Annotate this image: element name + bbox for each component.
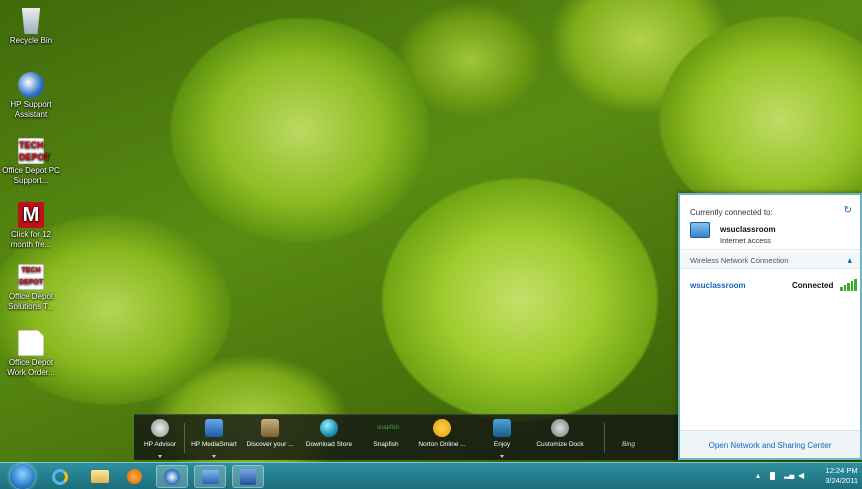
download-store-icon: [320, 419, 338, 437]
internet-explorer-icon: [52, 468, 68, 485]
network-name: wsuclassroom: [690, 281, 746, 290]
taskbar-media-player[interactable]: [118, 465, 150, 488]
desktop-icon-recycle-bin[interactable]: Recycle Bin: [2, 8, 60, 46]
desktop-icon-label: Office Depot Solutions T...: [8, 292, 54, 311]
taskbar-internet-explorer[interactable]: [44, 465, 76, 488]
network-list-item[interactable]: wsuclassroom Connected: [680, 275, 860, 295]
network-icon: [690, 222, 710, 238]
hp-icon: [164, 468, 180, 485]
start-orb-icon[interactable]: [10, 464, 35, 489]
chevron-down-icon[interactable]: [500, 455, 504, 458]
desktop-icon-mcafee[interactable]: M Click for 12 month fre...: [2, 202, 60, 250]
dock-item-customize-dock[interactable]: Customize Dock: [532, 419, 588, 448]
network-flyout: Currently connected to: ↻ wsuclassroom I…: [678, 193, 862, 460]
desktop-icon-office-depot-solutions[interactable]: TECH DEPOT Office Depot Solutions T...: [2, 264, 60, 312]
document-icon: [18, 330, 44, 356]
desktop-icon-office-depot-pc-support[interactable]: TECH DEPOT Office Depot PC Support...: [2, 138, 60, 186]
recycle-bin-icon: [21, 8, 41, 34]
folder-icon: [91, 470, 109, 483]
chevron-down-icon[interactable]: [158, 455, 162, 458]
wifi-signal-icon: [840, 279, 857, 291]
bing-search-label[interactable]: Bing: [622, 441, 635, 448]
chevron-down-icon[interactable]: [212, 455, 216, 458]
clock-date: 3/24/2011: [825, 476, 858, 485]
word-icon: [240, 468, 256, 485]
refresh-icon[interactable]: ↻: [844, 205, 852, 216]
desktop-icon-work-order[interactable]: Office Depot Work Order...: [2, 330, 60, 378]
dock-item-norton[interactable]: Norton Online ...: [416, 419, 468, 448]
connected-network-name: wsuclassroom: [720, 225, 776, 234]
office-depot-tech-icon: TECH DEPOT: [18, 138, 51, 164]
taskbar: ▴ ▂▄ ◀ 12:24 PM 3/24/2011: [0, 462, 862, 489]
wifi-icon[interactable]: ▂▄: [784, 472, 794, 480]
dock-item-hp-advisor[interactable]: HP Advisor: [140, 419, 180, 448]
dock-separator: [184, 423, 185, 453]
norton-icon: [433, 419, 451, 437]
battery-icon[interactable]: [770, 472, 775, 480]
volume-icon[interactable]: ◀: [798, 472, 806, 480]
office-depot-solutions-icon: TECH DEPOT: [18, 264, 44, 290]
desktop-icon-label: HP Support Assistant: [10, 100, 52, 119]
dock-item-snapfish[interactable]: snapfish Snapfish: [366, 419, 406, 448]
hp-dock: HP Advisor HP MediaSmart Discover your .…: [134, 414, 678, 460]
dock-item-enjoy[interactable]: Enjoy: [482, 419, 522, 448]
flyout-header: Currently connected to: ↻ wsuclassroom I…: [680, 195, 860, 250]
discover-icon: [261, 419, 279, 437]
gear-icon: [551, 419, 569, 437]
mcafee-icon: M: [18, 202, 44, 228]
taskbar-hp-advisor[interactable]: [156, 465, 188, 488]
snapfish-icon: snapfish: [377, 425, 400, 431]
chevron-up-icon[interactable]: ▴: [847, 255, 852, 266]
hp-support-icon: [18, 72, 44, 98]
dock-item-hp-mediasmart[interactable]: HP MediaSmart: [188, 419, 240, 448]
connection-status: Connected: [792, 281, 834, 290]
hp-icon: [151, 419, 169, 437]
desktop-icon-label: Office Depot Work Order...: [7, 358, 55, 377]
open-network-center-link[interactable]: Open Network and Sharing Center: [680, 441, 860, 450]
dock-item-download-store[interactable]: Download Store: [304, 419, 354, 448]
mediasmart-icon: [201, 469, 219, 484]
desktop-icon-label: Click for 12 month fre...: [10, 230, 52, 249]
system-tray: ▴ ▂▄ ◀ 12:24 PM 3/24/2011: [752, 463, 862, 489]
flyout-footer: Open Network and Sharing Center: [680, 430, 860, 458]
dock-separator: [604, 423, 605, 453]
access-status: Internet access: [720, 236, 771, 245]
tv-icon: [493, 419, 511, 437]
desktop-icon-label: Recycle Bin: [9, 36, 53, 45]
clock-time: 12:24 PM: [825, 466, 858, 475]
taskbar-mediasmart[interactable]: [194, 465, 226, 488]
clock[interactable]: 12:24 PM 3/24/2011: [825, 466, 858, 486]
desktop-icon-hp-support[interactable]: HP Support Assistant: [2, 72, 60, 120]
taskbar-explorer[interactable]: [84, 465, 116, 488]
taskbar-word[interactable]: [232, 465, 264, 488]
dock-item-discover[interactable]: Discover your ...: [244, 419, 296, 448]
media-player-icon: [126, 469, 142, 484]
section-title: Wireless Network Connection: [690, 256, 789, 265]
section-wireless-header[interactable]: Wireless Network Connection ▴: [680, 253, 860, 269]
currently-connected-label: Currently connected to:: [690, 208, 773, 217]
mediasmart-icon: [205, 419, 223, 437]
show-hidden-icons-icon[interactable]: ▴: [756, 472, 764, 480]
desktop-icon-label: Office Depot PC Support...: [2, 166, 60, 185]
